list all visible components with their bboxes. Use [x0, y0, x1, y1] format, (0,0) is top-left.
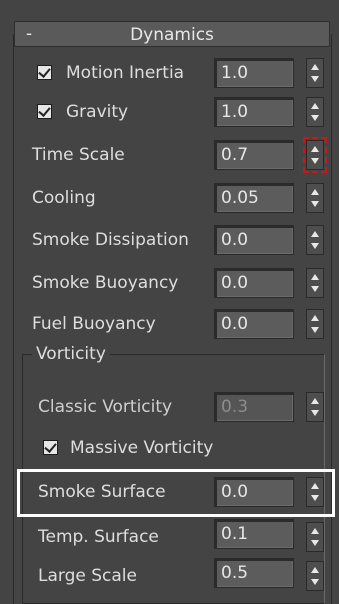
smoke-dissipation-row: Smoke Dissipation 0.0	[0, 222, 339, 258]
motion-inertia-spinner[interactable]	[306, 58, 324, 88]
arrow-up-icon[interactable]	[311, 398, 319, 404]
fuel-buoyancy-spinner[interactable]	[306, 309, 324, 339]
arrow-down-icon[interactable]	[311, 115, 319, 121]
fuel-buoyancy-row: Fuel Buoyancy 0.0	[0, 306, 339, 342]
time-scale-field[interactable]: 0.7	[214, 140, 294, 170]
motion-inertia-checkbox[interactable]	[37, 65, 52, 80]
massive-vorticity-row: Massive Vorticity	[0, 430, 339, 466]
cooling-label: Cooling	[32, 188, 96, 208]
arrow-down-icon[interactable]	[311, 540, 319, 546]
temp-surface-row: Temp. Surface 0.1	[0, 519, 339, 555]
large-scale-spinner[interactable]	[306, 561, 324, 591]
smoke-dissipation-label: Smoke Dissipation	[32, 230, 189, 250]
motion-inertia-label: Motion Inertia	[66, 63, 185, 83]
motion-inertia-row: Motion Inertia 1.0	[0, 55, 339, 91]
arrow-up-icon[interactable]	[311, 567, 319, 573]
arrow-up-icon[interactable]	[311, 146, 319, 152]
large-scale-field[interactable]: 0.5	[214, 558, 294, 588]
arrow-down-icon[interactable]	[311, 201, 319, 207]
smoke-dissipation-field[interactable]: 0.0	[214, 225, 294, 255]
temp-surface-label: Temp. Surface	[38, 527, 159, 547]
arrow-up-icon[interactable]	[311, 103, 319, 109]
gravity-field[interactable]: 1.0	[214, 97, 294, 127]
arrow-down-icon[interactable]	[311, 286, 319, 292]
gravity-spinner[interactable]	[306, 97, 324, 127]
classic-vorticity-row: Classic Vorticity 0.3	[0, 389, 339, 425]
dynamics-rollout-header[interactable]: - Dynamics	[14, 21, 330, 47]
cooling-spinner[interactable]	[306, 183, 324, 213]
arrow-up-icon[interactable]	[311, 64, 319, 70]
rollout-title: Dynamics	[130, 25, 214, 45]
smoke-surface-highlight	[17, 469, 335, 517]
large-scale-row: Large Scale 0.5	[0, 558, 339, 594]
temp-surface-spinner[interactable]	[306, 522, 324, 552]
smoke-buoyancy-field[interactable]: 0.0	[214, 268, 294, 298]
smoke-buoyancy-label: Smoke Buoyancy	[32, 273, 179, 293]
arrow-up-icon[interactable]	[311, 189, 319, 195]
cooling-row: Cooling 0.05	[0, 180, 339, 216]
classic-vorticity-spinner[interactable]	[306, 392, 324, 422]
massive-vorticity-checkbox[interactable]	[43, 440, 58, 455]
arrow-down-icon[interactable]	[311, 76, 319, 82]
arrow-up-icon[interactable]	[311, 528, 319, 534]
gravity-row: Gravity 1.0	[0, 94, 339, 130]
gravity-checkbox[interactable]	[37, 104, 52, 119]
massive-vorticity-label: Massive Vorticity	[70, 438, 214, 458]
time-scale-label: Time Scale	[32, 145, 125, 165]
arrow-up-icon[interactable]	[311, 315, 319, 321]
smoke-dissipation-spinner[interactable]	[306, 225, 324, 255]
arrow-down-icon[interactable]	[311, 327, 319, 333]
arrow-down-icon[interactable]	[311, 243, 319, 249]
classic-vorticity-field[interactable]: 0.3	[214, 392, 294, 422]
motion-inertia-field[interactable]: 1.0	[214, 58, 294, 88]
time-scale-row: Time Scale 0.7	[0, 137, 339, 173]
arrow-down-icon[interactable]	[311, 410, 319, 416]
arrow-down-icon[interactable]	[311, 579, 319, 585]
vorticity-group-title: Vorticity	[32, 343, 110, 365]
time-scale-spinner[interactable]	[303, 137, 327, 173]
arrow-up-icon[interactable]	[311, 274, 319, 280]
temp-surface-field[interactable]: 0.1	[214, 519, 294, 549]
gravity-label: Gravity	[66, 102, 129, 122]
arrow-up-icon[interactable]	[311, 231, 319, 237]
smoke-buoyancy-row: Smoke Buoyancy 0.0	[0, 265, 339, 301]
arrow-down-icon[interactable]	[311, 158, 319, 164]
smoke-buoyancy-spinner[interactable]	[306, 268, 324, 298]
fuel-buoyancy-field[interactable]: 0.0	[214, 309, 294, 339]
cooling-field[interactable]: 0.05	[214, 183, 294, 213]
large-scale-label: Large Scale	[38, 566, 137, 586]
classic-vorticity-label: Classic Vorticity	[38, 397, 173, 417]
fuel-buoyancy-label: Fuel Buoyancy	[32, 314, 156, 334]
